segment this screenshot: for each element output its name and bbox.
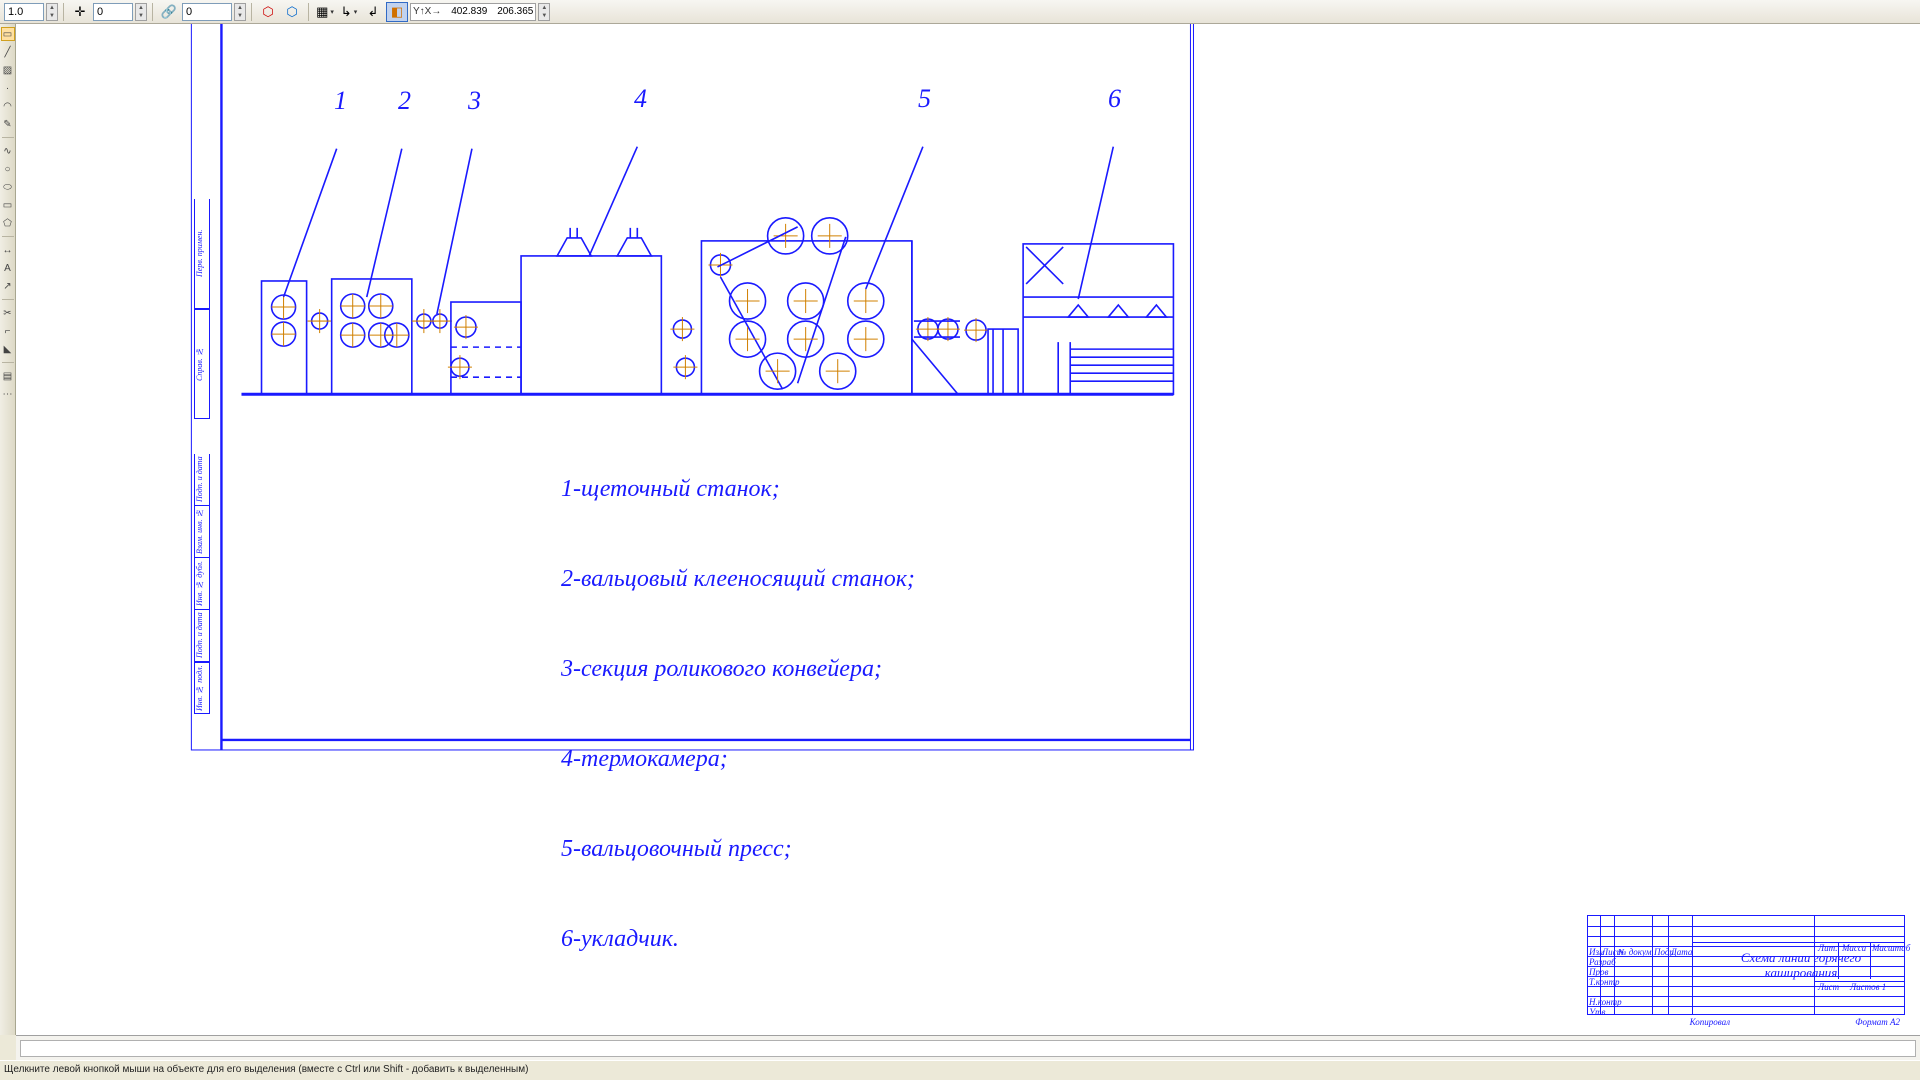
coord-spinner[interactable]: ▲▼ — [538, 3, 550, 21]
tb-label: Утв — [1589, 1007, 1605, 1017]
table-tool-icon[interactable]: ▤ — [1, 369, 15, 383]
tb-label: Н.контр — [1589, 997, 1622, 1007]
callout-6: 6 — [1108, 84, 1121, 114]
snap-magnet-on-icon[interactable]: ⬡ — [257, 2, 279, 22]
arc-tool-icon[interactable]: ◠ — [1, 99, 15, 113]
link-icon[interactable]: 🔗 — [158, 2, 180, 22]
callout-4: 4 — [634, 84, 647, 114]
command-input[interactable] — [20, 1040, 1916, 1057]
ortho-toggle-icon[interactable]: ↲ — [362, 2, 384, 22]
angle-spinner[interactable]: ▲▼ — [135, 3, 147, 21]
format-label: Формат А2 — [1855, 1017, 1900, 1027]
style-spinner[interactable]: ▲▼ — [234, 3, 246, 21]
tb-label: Листов 1 — [1850, 982, 1886, 992]
callout-3: 3 — [468, 86, 481, 116]
step-spinner[interactable]: ▲▼ — [46, 3, 58, 21]
line-tool-icon[interactable]: ╱ — [1, 45, 15, 59]
pencil-tool-icon[interactable]: ✎ — [1, 117, 15, 131]
side-cell: Взам. инв. № — [194, 506, 210, 558]
copied-label: Копировал — [1690, 1017, 1730, 1027]
side-cell: Инв. № подл. — [194, 662, 210, 714]
cad-drawing — [16, 24, 1920, 1035]
ellipse-tool-icon[interactable]: ⬭ — [1, 180, 15, 194]
grid-dropdown-icon[interactable]: ▦ — [314, 2, 336, 22]
angle-input[interactable] — [93, 3, 133, 21]
poly-tool-icon[interactable]: ⬠ — [1, 216, 15, 230]
circle-tool-icon[interactable]: ○ — [1, 162, 15, 176]
select-tool-icon[interactable]: ▭ — [1, 27, 15, 41]
legend-line: 2-вальцовый клееносящий станок; — [561, 564, 915, 594]
tb-label: Пров — [1589, 967, 1608, 977]
tb-label: № докум. — [1618, 947, 1654, 957]
local-cs-icon[interactable]: ◧ — [386, 2, 408, 22]
text-tool-icon[interactable]: A — [1, 261, 15, 275]
status-bar: Щелкните левой кнопкой мыши на объекте д… — [0, 1060, 1920, 1080]
side-cell: Инв. № дубл. — [194, 558, 210, 610]
left-toolbar: ▭ ╱ ▨ · ◠ ✎ ∿ ○ ⬭ ▭ ⬠ ↔ A ↗ ✂ ⌐ ◣ ▤ ⋯ — [0, 24, 16, 1035]
legend-line: 4-термокамера; — [561, 744, 915, 774]
tb-label: Лист — [1818, 982, 1839, 992]
top-toolbar: ▲▼ ✛ ▲▼ 🔗 ▲▼ ⬡ ⬡ ▦ ↳ ↲ ◧ Y↑X→ ▲▼ — [0, 0, 1920, 24]
title-block: Изм Лист № докум. Подп Дата Разраб Пров … — [1587, 915, 1905, 1015]
side-cell: Подп. и дата — [194, 454, 210, 506]
chamfer-tool-icon[interactable]: ◣ — [1, 342, 15, 356]
style-input[interactable] — [182, 3, 232, 21]
drawing-viewport[interactable]: 1 2 3 4 5 6 1-щеточный станок; 2-вальцов… — [16, 24, 1920, 1035]
drawing-title: Схема линии горячего каширования — [1706, 951, 1896, 981]
tb-label: Разраб — [1589, 957, 1616, 967]
misc-tool-icon[interactable]: ⋯ — [1, 387, 15, 401]
dim-tool-icon[interactable]: ↔ — [1, 243, 15, 257]
side-cell: Перв. примен. — [194, 199, 210, 309]
snap-magnet-off-icon[interactable]: ⬡ — [281, 2, 303, 22]
legend-line: 1-щеточный станок; — [561, 474, 915, 504]
command-bar — [16, 1035, 1920, 1060]
side-cell: Справ. № — [194, 309, 210, 419]
side-frame-labels-2: Подп. и дата Взам. инв. № Инв. № дубл. П… — [194, 454, 210, 714]
side-frame-labels: Перв. примен. Справ. № — [194, 199, 210, 419]
callout-1: 1 — [334, 86, 347, 116]
coord-readout: Y↑X→ — [410, 3, 536, 21]
coord-x-input[interactable] — [443, 4, 489, 20]
legend-line: 5-вальцовочный пресс; — [561, 834, 915, 864]
callout-5: 5 — [918, 84, 931, 114]
side-cell: Подп. и дата — [194, 610, 210, 662]
hatch-tool-icon[interactable]: ▨ — [1, 63, 15, 77]
coord-y-input[interactable] — [489, 4, 535, 20]
legend-block: 1-щеточный станок; 2-вальцовый клееносящ… — [561, 414, 915, 1014]
step-input[interactable] — [4, 3, 44, 21]
trim-tool-icon[interactable]: ✂ — [1, 306, 15, 320]
fillet-tool-icon[interactable]: ⌐ — [1, 324, 15, 338]
legend-line: 3-секция роликового конвейера; — [561, 654, 915, 684]
cursor-tool-icon[interactable]: ✛ — [69, 2, 91, 22]
legend-line: 6-укладчик. — [561, 924, 915, 954]
tb-label: Т.контр — [1589, 977, 1620, 987]
spline-tool-icon[interactable]: ∿ — [1, 144, 15, 158]
coord-label: Y↑X→ — [411, 6, 443, 17]
point-tool-icon[interactable]: · — [1, 81, 15, 95]
rect-tool-icon[interactable]: ▭ — [1, 198, 15, 212]
leader-tool-icon[interactable]: ↗ — [1, 279, 15, 293]
ortho-dropdown-icon[interactable]: ↳ — [338, 2, 360, 22]
callout-2: 2 — [398, 86, 411, 116]
status-text: Щелкните левой кнопкой мыши на объекте д… — [4, 1064, 528, 1075]
tb-label: Дата — [1671, 947, 1692, 957]
